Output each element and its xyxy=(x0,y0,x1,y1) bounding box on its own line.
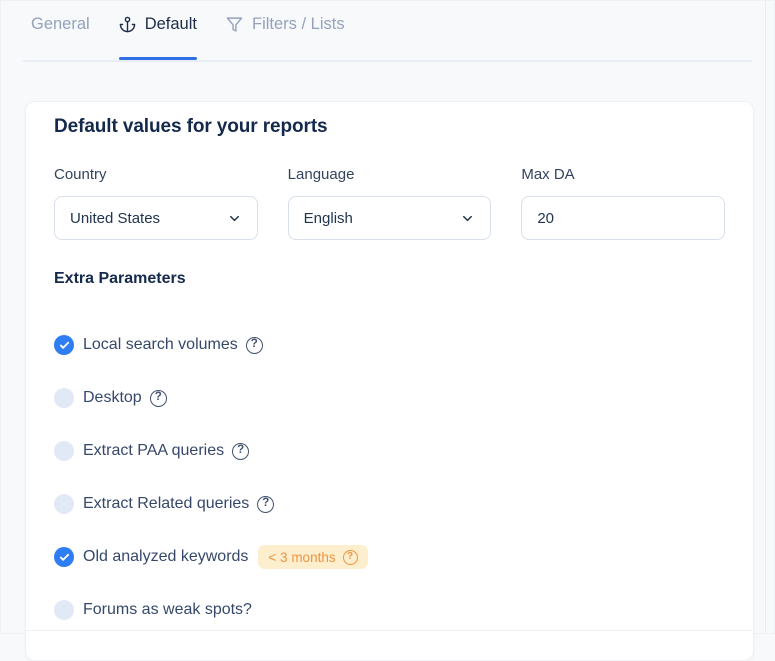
max-da-input[interactable] xyxy=(521,196,726,240)
tab-filters-lists[interactable]: Filters / Lists xyxy=(226,15,345,58)
option-label: Forums as weak spots? xyxy=(83,601,252,618)
extra-parameters-title: Extra Parameters xyxy=(54,270,186,287)
option-label: Extract Related queries xyxy=(83,495,250,512)
option-extract-paa-queries: Extract PAA queries ? xyxy=(54,441,725,461)
chevron-down-icon xyxy=(460,211,475,226)
option-label: Extract PAA queries xyxy=(83,442,225,459)
settings-tab-bar: General Default Filters / Lists xyxy=(23,1,752,62)
question-circle-icon[interactable]: ? xyxy=(257,495,275,513)
tab-filters-lists-label: Filters / Lists xyxy=(251,15,345,33)
country-field: Country United States xyxy=(54,166,258,240)
desktop-checkbox[interactable] xyxy=(54,388,74,408)
old-analyzed-keywords-checkbox[interactable] xyxy=(54,547,74,567)
default-values-card: Default values for your reports Country … xyxy=(25,101,754,661)
question-circle-icon[interactable]: ? xyxy=(342,549,358,565)
check-icon xyxy=(59,341,69,349)
question-circle-icon[interactable]: ? xyxy=(149,389,167,407)
chevron-down-icon xyxy=(227,211,242,226)
local-search-volumes-checkbox[interactable] xyxy=(54,335,74,355)
option-label: Local search volumes xyxy=(83,336,238,353)
option-local-search-volumes: Local search volumes ? xyxy=(54,335,725,355)
badge-text: < 3 months xyxy=(268,549,336,565)
three-months-badge: < 3 months ? xyxy=(258,545,368,569)
extract-related-queries-checkbox[interactable] xyxy=(54,494,74,514)
option-extract-related-queries: Extract Related queries ? xyxy=(54,494,725,514)
anchor-icon xyxy=(119,16,136,33)
language-select[interactable]: English xyxy=(287,196,492,240)
funnel-icon xyxy=(226,16,243,33)
max-da-label: Max DA xyxy=(521,166,575,183)
tab-general[interactable]: General xyxy=(31,15,90,58)
option-old-analyzed-keywords: Old analyzed keywords < 3 months ? xyxy=(54,545,725,569)
question-circle-icon[interactable]: ? xyxy=(232,442,250,460)
option-forums-as-weak-spots: Forums as weak spots? xyxy=(54,600,725,620)
extract-paa-queries-checkbox[interactable] xyxy=(54,441,74,461)
max-da-field: Max DA xyxy=(521,166,726,240)
country-select[interactable]: United States xyxy=(54,196,258,240)
extra-parameters-options: Local search volumes ? Desktop ? Extract… xyxy=(54,335,725,620)
option-desktop: Desktop ? xyxy=(54,388,725,408)
language-label: Language xyxy=(287,166,355,183)
option-label: Old analyzed keywords xyxy=(83,548,249,565)
tab-general-label: General xyxy=(31,15,90,33)
country-label: Country xyxy=(54,166,107,183)
question-circle-icon[interactable]: ? xyxy=(245,336,263,354)
default-fields-row: Country United States Language English M… xyxy=(54,166,726,240)
right-edge-divider xyxy=(765,1,766,633)
check-icon xyxy=(59,553,69,561)
card-title: Default values for your reports xyxy=(54,116,328,137)
card-bottom-divider xyxy=(26,630,753,631)
language-field: Language English xyxy=(287,166,492,240)
option-label: Desktop xyxy=(83,389,142,406)
tab-default[interactable]: Default xyxy=(118,15,198,60)
language-select-value: English xyxy=(303,209,353,227)
tab-default-label: Default xyxy=(144,15,197,33)
country-select-value: United States xyxy=(70,209,161,227)
forums-as-weak-spots-checkbox[interactable] xyxy=(54,600,74,620)
